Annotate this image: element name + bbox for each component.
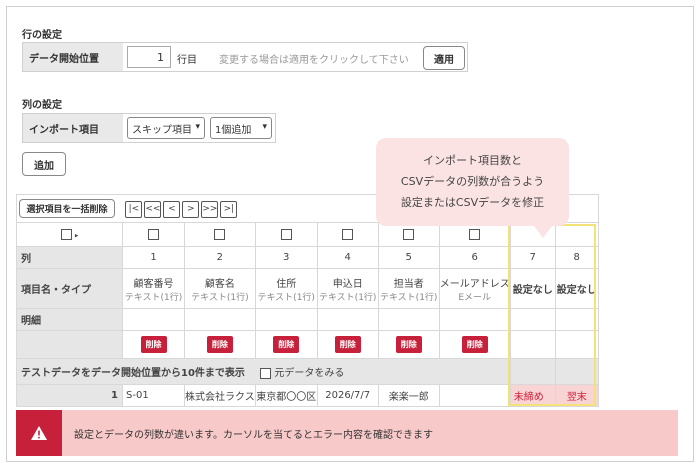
warning-icon xyxy=(16,410,62,456)
column-number: 4 xyxy=(316,246,379,269)
field-name: メールアドレス xyxy=(439,278,510,290)
data-cell: 2026/7/7 xyxy=(316,384,379,407)
apply-hint: 変更する場合は適用をクリックして下さい xyxy=(219,55,409,66)
caret-right-icon[interactable]: ▸ xyxy=(75,231,79,239)
error-message: 設定とデータの列数が違います。カーソルを当てるとエラー内容を確認できます xyxy=(74,429,433,441)
delete-column-button[interactable]: 削除 xyxy=(206,336,233,353)
first-page-icon[interactable]: |< xyxy=(125,201,143,219)
column-number: 7 xyxy=(509,246,556,269)
field-type: テキスト(1行) xyxy=(191,292,249,303)
tooltip-line: 設定またはCSVデータを修正 xyxy=(400,196,545,209)
next-fast-icon[interactable]: >> xyxy=(201,201,219,219)
delete-row: 削除 削除 削除 削除 削除 削除 xyxy=(16,330,599,359)
row-settings-title: 行の設定 xyxy=(22,30,62,41)
column-number: 2 xyxy=(184,246,256,269)
delete-column-button[interactable]: 削除 xyxy=(395,336,422,353)
chevron-down-icon: ▾ xyxy=(262,122,267,132)
col-settings-title: 列の設定 xyxy=(22,100,62,111)
next-icon[interactable]: > xyxy=(182,201,200,219)
column-checkbox[interactable] xyxy=(280,228,292,240)
row-index: 1 xyxy=(16,384,123,407)
select-all-checkbox[interactable] xyxy=(60,228,72,240)
column-number: 1 xyxy=(122,246,185,269)
column-checkbox[interactable] xyxy=(214,228,226,240)
field-type: テキスト(1行) xyxy=(124,292,183,303)
column-checkbox[interactable] xyxy=(148,228,159,240)
data-cell-extra: 翌末 xyxy=(554,384,599,407)
data-cell: 東京都〇〇区 xyxy=(254,384,318,407)
chevron-down-icon: ▾ xyxy=(195,122,200,132)
field-type: テキスト(1行) xyxy=(318,292,377,303)
field-type: テキスト(1行) xyxy=(379,292,438,303)
error-message-bar: 設定とデータの列数が違います。カーソルを当てるとエラー内容を確認できます xyxy=(16,410,678,456)
column-number: 6 xyxy=(438,246,511,269)
data-cell xyxy=(438,384,511,407)
import-item-select[interactable]: スキップ項目 ▾ xyxy=(127,117,205,139)
last-page-icon[interactable]: >| xyxy=(220,201,238,219)
field-cell[interactable]: 担当者テキスト(1行) xyxy=(377,268,440,309)
field-cell[interactable]: 住所テキスト(1行) xyxy=(254,268,318,309)
delete-column-button[interactable]: 削除 xyxy=(461,336,488,353)
detail-label: 明細 xyxy=(16,308,123,331)
hint-tooltip: インポート項目数と CSVデータの列数が合うよう 設定またはCSVデータを修正 xyxy=(376,138,569,238)
column-checkbox[interactable] xyxy=(469,228,481,240)
show-original-checkbox[interactable] xyxy=(259,367,271,379)
checkbox-row: ▸ xyxy=(16,222,599,247)
row-unit-label: 行目 xyxy=(177,55,197,66)
field-name: 顧客名 xyxy=(204,278,235,290)
data-cell: S-01 xyxy=(122,384,185,407)
field-type-row: 項目名・タイプ 顧客番号テキスト(1行) 顧客名テキスト(1行) 住所テキスト(… xyxy=(16,268,599,309)
add-count-select[interactable]: 1個追加 ▾ xyxy=(210,117,272,139)
column-number: 3 xyxy=(254,246,318,269)
import-item-label: インポート項目 xyxy=(23,114,123,142)
field-cell[interactable]: メールアドレス Eメール xyxy=(438,268,511,309)
delete-column-button[interactable]: 削除 xyxy=(140,336,167,353)
add-button[interactable]: 追加 xyxy=(22,152,66,176)
data-start-row: データ開始位置 1 行目 変更する場合は適用をクリックして下さい 適用 xyxy=(22,42,468,72)
col-label: 列 xyxy=(16,246,123,269)
data-start-label: データ開始位置 xyxy=(23,43,123,71)
field-name: 申込日 xyxy=(332,278,363,290)
unset-field-cell[interactable]: 設定なし xyxy=(509,268,556,309)
show-original-label: 元データをみる xyxy=(274,368,345,379)
prev-fast-icon[interactable]: << xyxy=(144,201,162,219)
field-type: テキスト(1行) xyxy=(257,292,315,303)
unset-field-cell[interactable]: 設定なし xyxy=(554,268,599,309)
column-checkbox[interactable] xyxy=(342,228,354,240)
field-name: 住所 xyxy=(276,278,297,290)
test-data-label: テストデータをデータ開始位置から10件まで表示 xyxy=(21,368,245,379)
bulk-delete-button[interactable]: 選択項目を一括削除 xyxy=(19,198,115,218)
delete-column-button[interactable]: 削除 xyxy=(273,336,300,353)
import-item-value: スキップ項目 xyxy=(132,124,192,136)
test-data-header-row: テストデータをデータ開始位置から10件まで表示 元データをみる xyxy=(16,358,599,385)
prev-icon[interactable]: < xyxy=(163,201,181,219)
field-cell[interactable]: 申込日テキスト(1行) xyxy=(316,268,379,309)
apply-button[interactable]: 適用 xyxy=(423,46,465,70)
detail-row: 明細 xyxy=(16,308,599,331)
name-type-label: 項目名・タイプ xyxy=(16,268,123,309)
column-number: 8 xyxy=(554,246,599,269)
field-type: Eメール xyxy=(458,292,492,303)
tooltip-line: CSVデータの列数が合うよう xyxy=(400,175,545,188)
data-cell-extra: 未締め xyxy=(509,384,556,407)
field-name: 顧客番号 xyxy=(133,278,174,290)
data-cell: 株式会社ラクス xyxy=(184,384,256,407)
import-item-row: インポート項目 スキップ項目 ▾ 1個追加 ▾ xyxy=(22,113,276,143)
add-count-value: 1個追加 xyxy=(215,124,252,136)
data-cell: 楽楽一郎 xyxy=(377,384,440,407)
column-checkbox[interactable] xyxy=(403,228,415,240)
delete-column-button[interactable]: 削除 xyxy=(334,336,361,353)
tooltip-line: インポート項目数と xyxy=(423,154,522,167)
column-number-row: 列 1 2 3 4 5 6 7 8 xyxy=(16,246,599,269)
column-number: 5 xyxy=(377,246,440,269)
table-row: 1 S-01 株式会社ラクス 東京都〇〇区 2026/7/7 楽楽一郎 未締め … xyxy=(16,384,599,407)
field-cell[interactable]: 顧客番号テキスト(1行) xyxy=(122,268,185,309)
start-row-input[interactable]: 1 xyxy=(127,46,171,68)
field-cell[interactable]: 顧客名テキスト(1行) xyxy=(184,268,256,309)
field-name: 担当者 xyxy=(393,278,424,290)
